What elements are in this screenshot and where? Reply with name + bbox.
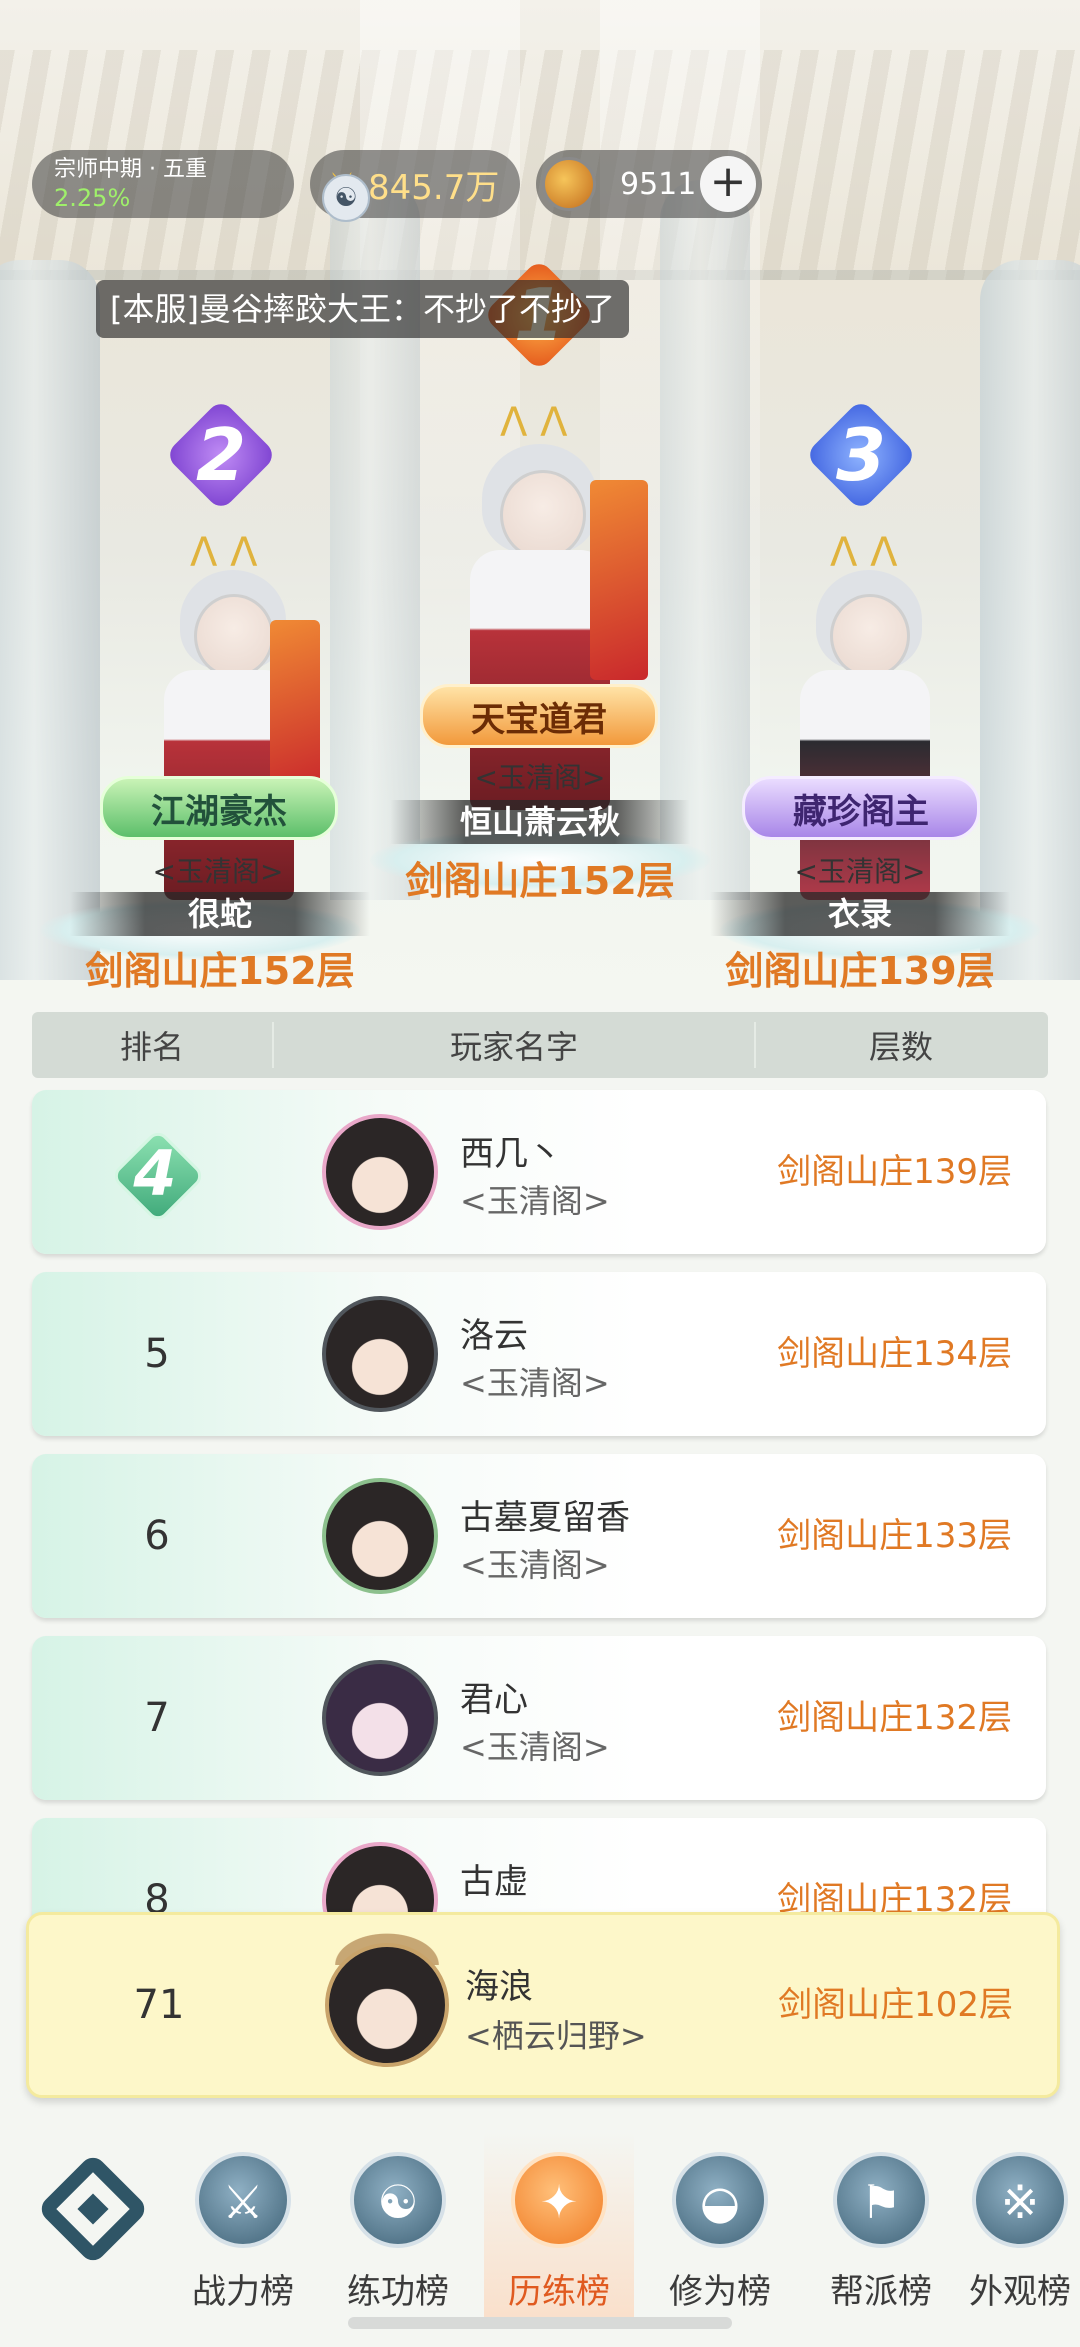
menu-diamond-icon[interactable]	[38, 2154, 148, 2264]
player-floor: 剑阁山庄132层	[777, 1698, 1012, 1738]
ranking-row-7[interactable]: 7 君心 <玉清阁> 剑阁山庄132层	[32, 1636, 1046, 1800]
rank-number: 6	[144, 1513, 170, 1559]
my-player-name: 海浪	[465, 1967, 533, 2007]
tab-guild[interactable]: ⚑ 帮派榜	[806, 2132, 956, 2322]
player-guild: <玉清阁>	[460, 1364, 610, 1402]
second-place-name: 很蛇	[70, 892, 370, 936]
ranking-row-6[interactable]: 6 古墓夏留香 <玉清阁> 剑阁山庄133层	[32, 1454, 1046, 1618]
server-chat-message[interactable]: [本服]曼谷摔跤大王：不抄了不抄了	[96, 280, 629, 338]
tab-label: 历练榜	[508, 2272, 610, 2312]
tab-combat-power[interactable]: ⚔ 战力榜	[168, 2132, 318, 2322]
rank-4-badge: 4	[110, 1128, 200, 1218]
tab-label: 帮派榜	[830, 2272, 932, 2312]
first-place-guild: <玉清阁>	[474, 761, 606, 794]
player-guild: <玉清阁>	[460, 1546, 610, 1584]
tab-appearance[interactable]: ※ 外观榜	[960, 2132, 1080, 2322]
first-place-name: 恒山萧云秋	[390, 800, 690, 844]
tab-label: 外观榜	[969, 2272, 1071, 2312]
rank-number: 7	[144, 1695, 170, 1741]
avatar[interactable]	[322, 1660, 438, 1776]
banner-icon: ⚑	[833, 2152, 929, 2248]
header-rank: 排名	[32, 1022, 274, 1068]
rank-3-badge: 3	[806, 400, 916, 510]
header-player-name: 玩家名字	[274, 1022, 756, 1068]
tab-cultivation[interactable]: ◒ 修为榜	[645, 2132, 795, 2322]
player-guild: <玉清阁>	[460, 1182, 610, 1220]
ranking-table-header: 排名 玩家名字 层数	[32, 1012, 1048, 1078]
my-player-guild: <栖云归野>	[465, 2017, 647, 2055]
first-place-floor: 剑阁山庄152层	[405, 859, 675, 903]
hat-icon: ◒	[672, 2152, 768, 2248]
player-floor: 剑阁山庄133层	[777, 1516, 1012, 1556]
yin-yang-icon: ☯	[350, 2152, 446, 2248]
player-name: 君心	[460, 1680, 528, 1720]
player-name: 西几丶	[460, 1134, 562, 1174]
avatar[interactable]	[322, 1296, 438, 1412]
combat-power-value: 845.7万	[368, 167, 500, 208]
ranking-row-4[interactable]: 4 西几丶 <玉清阁> 剑阁山庄139层	[32, 1090, 1046, 1254]
tab-label: 练功榜	[347, 2272, 449, 2312]
add-currency-button[interactable]: +	[700, 156, 756, 212]
tab-label: 战力榜	[192, 2272, 294, 2312]
player-floor: 剑阁山庄134层	[777, 1334, 1012, 1374]
podium-stage: 1 2 3 ᐱ ᐱ ᐱ ᐱ ᐱ ᐱ 天宝道君 <玉清阁> 恒山萧云秋 剑阁山庄1…	[0, 0, 1080, 1000]
avatar[interactable]	[322, 1114, 438, 1230]
cultivation-rank-pill[interactable]: ☯ 宗师中期 · 五重 2.25%	[32, 150, 370, 222]
currency-value: 9511	[620, 166, 697, 202]
ranking-row-5[interactable]: 5 洛云 <玉清阁> 剑阁山庄134层	[32, 1272, 1046, 1436]
player-name: 洛云	[460, 1316, 528, 1356]
my-player-floor: 剑阁山庄102层	[778, 1985, 1013, 2025]
rank-2-badge: 2	[166, 400, 276, 510]
my-avatar[interactable]	[325, 1943, 449, 2067]
swords-icon: ⚔	[195, 2152, 291, 2248]
rank-title: 宗师中期 · 五重	[54, 157, 207, 182]
third-place-name: 衣录	[710, 892, 1010, 936]
sparkle-star-icon: ✦	[511, 2152, 607, 2248]
leaderboard-tab-bar: ⚔ 战力榜 ☯ 练功榜 ✦ 历练榜 ◒ 修为榜 ⚑ 帮派榜 ※ 外观榜	[0, 2110, 1080, 2347]
player-floor: 剑阁山庄139层	[777, 1152, 1012, 1192]
player-guild: <玉清阁>	[460, 1728, 610, 1766]
home-indicator[interactable]	[348, 2317, 732, 2329]
avatar[interactable]	[322, 1478, 438, 1594]
first-place-title: 天宝道君	[420, 684, 658, 748]
player-avatar-icon: ☯	[322, 174, 370, 222]
second-place-title: 江湖豪杰	[100, 776, 338, 840]
my-rank-number: 71	[133, 1982, 185, 2028]
third-place-guild: <玉清阁>	[794, 855, 926, 888]
tab-label: 修为榜	[669, 2272, 771, 2312]
player-name: 古虚	[460, 1862, 528, 1902]
player-name: 古墓夏留香	[460, 1498, 630, 1538]
rank-number: 5	[144, 1331, 170, 1377]
rank-progress: 2.25%	[54, 184, 131, 212]
second-place-guild: <玉清阁>	[152, 855, 284, 888]
tab-experience[interactable]: ✦ 历练榜	[484, 2132, 634, 2322]
third-place-title: 藏珍阁主	[742, 776, 980, 840]
currency-pill[interactable]: 9511 +	[536, 150, 762, 218]
second-place-floor: 剑阁山庄152层	[85, 949, 355, 993]
status-bar: ☯ 宗师中期 · 五重 2.25% ⚔ 845.7万 9511 +	[32, 150, 762, 222]
header-floor: 层数	[868, 1028, 933, 1066]
appearance-icon: ※	[972, 2152, 1068, 2248]
tab-training[interactable]: ☯ 练功榜	[323, 2132, 473, 2322]
my-ranking-row[interactable]: 71 海浪 <栖云归野> 剑阁山庄102层	[26, 1912, 1060, 2098]
third-place-floor: 剑阁山庄139层	[725, 949, 995, 993]
jade-coin-icon	[542, 157, 596, 211]
